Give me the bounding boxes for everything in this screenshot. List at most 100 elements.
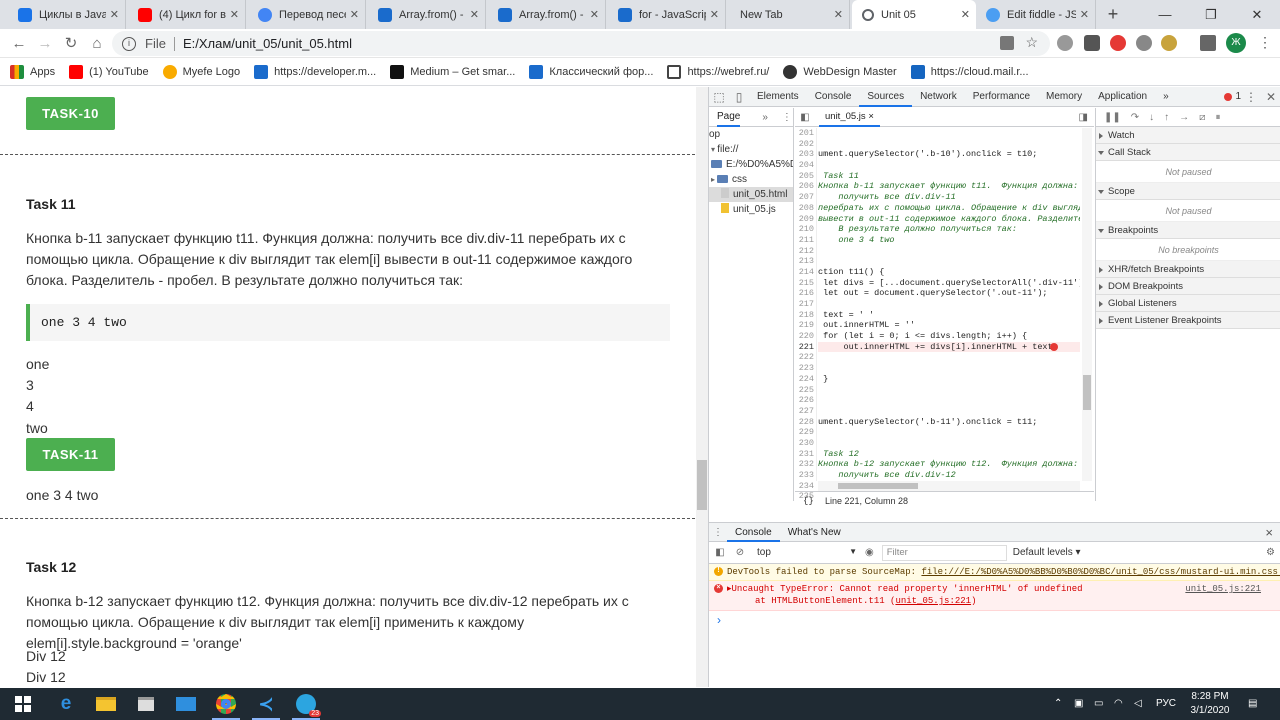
shield-icon[interactable] <box>1084 35 1100 51</box>
scrollbar-thumb[interactable] <box>697 460 707 510</box>
info-icon[interactable]: i <box>122 36 136 51</box>
show-hidden-icons-icon[interactable]: ⌃ <box>1054 688 1062 720</box>
more-tabs-icon[interactable]: » <box>1155 87 1177 107</box>
tree-item-file[interactable]: unit_05.js <box>709 202 793 217</box>
line-number[interactable]: 218 <box>795 310 816 321</box>
code-area[interactable]: ument.querySelector('.b-10').onclick = t… <box>818 128 1080 481</box>
context-select[interactable]: top ▼ <box>757 547 857 558</box>
event-listener-breakpoints-section[interactable]: Event Listener Breakpoints <box>1096 312 1280 329</box>
stack-trace-link[interactable]: unit_05.js:221 <box>895 596 971 606</box>
browser-tab[interactable]: New Tab ✕ <box>728 0 850 29</box>
step-into-icon[interactable]: ↓ <box>1149 112 1154 123</box>
line-number[interactable]: 213 <box>795 256 816 267</box>
line-number[interactable]: 230 <box>795 438 816 449</box>
bookmark-item[interactable]: Классический фор... <box>529 64 653 79</box>
bookmark-item[interactable]: Medium – Get smar... <box>390 64 515 79</box>
vscode-taskbar-icon[interactable]: ≺ <box>246 688 286 720</box>
back-icon[interactable]: ← <box>8 33 30 55</box>
close-tab-icon[interactable]: ✕ <box>710 8 719 21</box>
translate-icon[interactable] <box>1000 36 1014 50</box>
devtools-tab-console[interactable]: Console <box>807 87 860 107</box>
breakpoints-section[interactable]: Breakpoints <box>1096 222 1280 239</box>
watch-section[interactable]: Watch <box>1096 127 1280 144</box>
start-button[interactable] <box>0 688 46 720</box>
chrome-taskbar-icon[interactable] <box>206 688 246 720</box>
close-tab-icon[interactable]: ✕ <box>834 8 843 21</box>
profile-avatar[interactable]: Ж <box>1226 33 1246 53</box>
extension-icon[interactable] <box>1057 35 1073 51</box>
line-number[interactable]: 225 <box>795 385 816 396</box>
task10-button[interactable]: TASK-10 <box>26 97 115 130</box>
line-number[interactable]: 206 <box>795 181 816 192</box>
tree-item-folder[interactable]: ▸ css <box>709 172 793 187</box>
line-number[interactable]: 231 <box>795 449 816 460</box>
mail-taskbar-icon[interactable] <box>166 688 206 720</box>
close-window-button[interactable]: ✕ <box>1234 0 1280 29</box>
code-line[interactable] <box>818 352 1080 363</box>
log-levels-select[interactable]: Default levels ▾ <box>1013 547 1081 558</box>
drawer-menu-icon[interactable]: ⋮ <box>709 527 727 538</box>
task11-button[interactable]: TASK-11 <box>26 438 115 471</box>
code-line[interactable] <box>818 128 1080 139</box>
line-number[interactable]: 214 <box>795 267 816 278</box>
code-line[interactable] <box>818 406 1080 417</box>
line-number[interactable]: 208 <box>795 203 816 214</box>
code-line[interactable] <box>818 299 1080 310</box>
code-line[interactable]: получить все div.div-12 <box>818 470 1080 481</box>
toggle-debugger-icon[interactable]: ◨ <box>1079 112 1088 123</box>
line-number[interactable]: 204 <box>795 160 816 171</box>
editor-tab[interactable]: unit_05.js × <box>819 107 880 127</box>
clear-console-icon[interactable]: ⊘ <box>731 547 749 558</box>
code-line[interactable]: перебрать их с помощью цикла. Обращение … <box>818 203 1080 214</box>
line-number[interactable]: 229 <box>795 427 816 438</box>
address-bar[interactable]: i File E:/Хлам/unit_05/unit_05.html ☆ <box>112 31 1050 56</box>
browser-tab[interactable]: (4) Цикл for в J✕ <box>128 0 246 29</box>
line-number[interactable]: 233 <box>795 470 816 481</box>
page-scrollbar[interactable] <box>696 87 708 687</box>
console-error[interactable]: × ▸Uncaught TypeError: Cannot read proper… <box>709 581 1280 611</box>
line-number[interactable]: 205 <box>795 171 816 182</box>
browser-tab-active[interactable]: Unit 05 ✕ <box>852 0 976 29</box>
browser-tab[interactable]: for - JavaScript ✕ <box>608 0 726 29</box>
code-line[interactable] <box>818 395 1080 406</box>
navigator-tab-page[interactable]: Page <box>717 108 741 127</box>
editor-horizontal-scrollbar[interactable] <box>818 481 1080 491</box>
line-number[interactable]: 216 <box>795 288 816 299</box>
inspect-element-icon[interactable]: ⬚ <box>709 87 729 107</box>
line-number[interactable]: 215 <box>795 278 816 289</box>
menu-dots-icon[interactable]: ⋮ <box>1258 34 1272 51</box>
step-icon[interactable]: → <box>1179 112 1189 123</box>
telegram-taskbar-icon[interactable]: 23 <box>286 688 326 720</box>
close-tab-icon[interactable]: ✕ <box>470 8 479 21</box>
clock[interactable]: 8:28 PM 3/1/2020 <box>1188 688 1232 720</box>
minimize-button[interactable]: — <box>1142 0 1188 29</box>
code-line[interactable]: out.innerHTML += divs[i].innerHTML + tex… <box>818 341 1080 353</box>
code-line[interactable]: let out = document.querySelector('.out-1… <box>818 288 1080 299</box>
close-tab-icon[interactable]: ✕ <box>350 8 359 21</box>
drawer-tab-whats-new[interactable]: What's New <box>780 523 849 542</box>
console-filter-input[interactable]: Filter <box>881 544 1007 561</box>
settings-dots-icon[interactable]: ⋮ <box>1241 87 1261 107</box>
line-number[interactable]: 224 <box>795 374 816 385</box>
code-line[interactable]: Кнопка b-12 запускает функцию t12. Функц… <box>818 459 1080 470</box>
home-icon[interactable]: ⌂ <box>86 33 108 55</box>
code-line[interactable]: Кнопка b-11 запускает функцию t11. Функц… <box>818 181 1080 192</box>
edge-taskbar-icon[interactable]: e <box>46 688 86 720</box>
bookmark-item[interactable]: https://webref.ru/ <box>667 64 769 79</box>
volume-icon[interactable]: ◁ <box>1134 688 1142 720</box>
code-line[interactable] <box>818 385 1080 396</box>
close-tab-icon[interactable]: ✕ <box>1080 8 1089 21</box>
line-number[interactable]: 222 <box>795 352 816 363</box>
devtools-tab-network[interactable]: Network <box>912 87 965 107</box>
network-icon[interactable]: ▭ <box>1094 688 1103 720</box>
error-marker-icon[interactable] <box>1050 343 1058 351</box>
code-line[interactable]: } <box>818 374 1080 385</box>
tree-item-folder[interactable]: E:/%D0%A5%D0% <box>709 157 793 172</box>
adblock-icon[interactable] <box>1110 35 1126 51</box>
devtools-tab-application[interactable]: Application <box>1090 87 1155 107</box>
line-number[interactable]: 203 <box>795 149 816 160</box>
step-out-icon[interactable]: ↑ <box>1164 112 1169 123</box>
explorer-taskbar-icon[interactable] <box>86 688 126 720</box>
code-line[interactable]: ction t11() { <box>818 267 1080 278</box>
line-number[interactable]: 211 <box>795 235 816 246</box>
